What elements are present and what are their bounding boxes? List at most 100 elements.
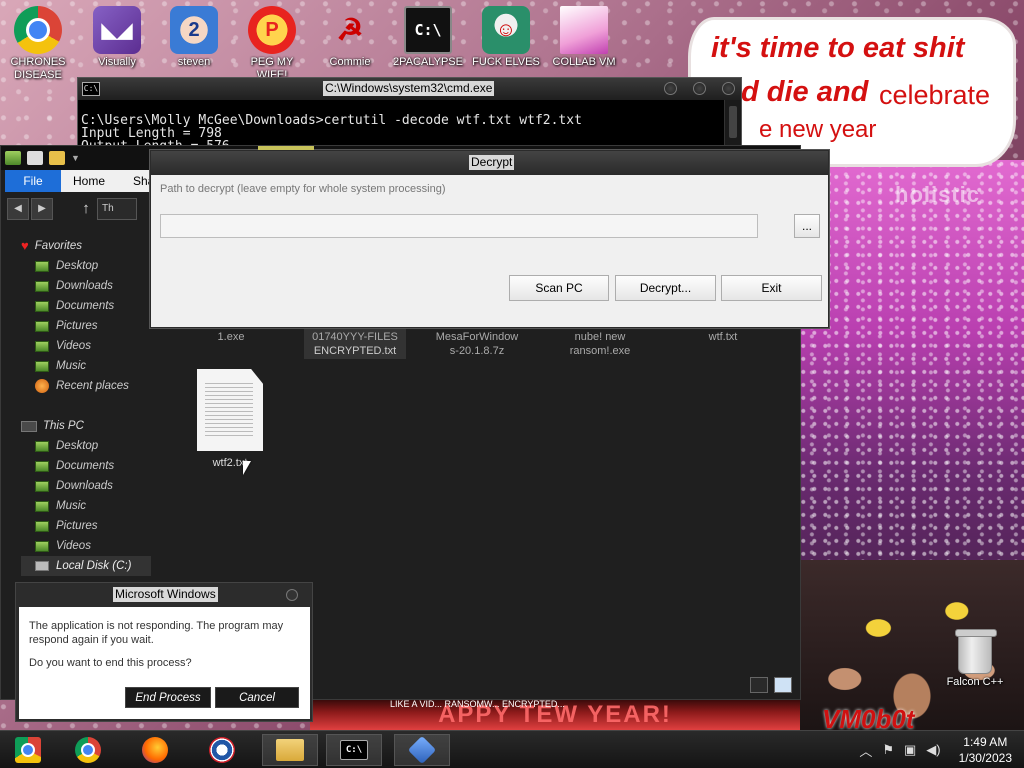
close-button[interactable] xyxy=(722,82,735,95)
file-item[interactable]: wtf.txt xyxy=(683,330,763,344)
sidebar-item-desktop[interactable]: Desktop xyxy=(21,256,151,276)
start-button[interactable] xyxy=(0,734,56,766)
clock-date: 1/30/2023 xyxy=(958,751,1012,765)
desktop-icon-label: 2PACALYPSE xyxy=(393,56,463,68)
decrypt-titlebar[interactable]: Decrypt xyxy=(151,151,828,175)
path-input[interactable] xyxy=(160,214,758,238)
chrome-icon xyxy=(75,737,101,763)
sidebar-item-pc-pictures[interactable]: Pictures xyxy=(21,516,151,536)
sidebar-item-label: Local Disk (C:) xyxy=(56,560,132,572)
taskbar-cmd[interactable]: C:\ xyxy=(326,734,382,766)
forward-button[interactable]: ▶ xyxy=(31,198,53,220)
not-responding-titlebar[interactable]: Microsoft Windows xyxy=(16,583,312,605)
folder-icon xyxy=(35,440,49,452)
cmd-titlebar[interactable]: C:\ C:\Windows\system32\cmd.exe xyxy=(78,78,741,100)
exit-button[interactable]: Exit xyxy=(721,275,822,301)
up-arrow-icon[interactable]: ↑ xyxy=(77,198,95,220)
tab-file[interactable]: File xyxy=(5,170,61,192)
clock-time: 1:49 AM xyxy=(963,735,1008,749)
sidebar-item-music[interactable]: Music xyxy=(21,356,151,376)
not-responding-dialog[interactable]: Microsoft Windows The application is not… xyxy=(15,582,313,722)
sidebar-item-pc-desktop[interactable]: Desktop xyxy=(21,436,151,456)
sidebar-item-label: Desktop xyxy=(56,260,99,272)
file-item[interactable]: nube! new ransom!.exe xyxy=(549,330,651,358)
new-folder-icon[interactable] xyxy=(49,151,65,165)
chevron-up-icon[interactable]: ︿ xyxy=(859,741,872,760)
folder-icon xyxy=(35,540,49,552)
sidebar-item-videos[interactable]: Videos xyxy=(21,336,151,356)
cmd-window[interactable]: C:\ C:\Windows\system32\cmd.exe C:\Users… xyxy=(77,77,742,151)
back-button[interactable]: ◀ xyxy=(7,198,29,220)
firefox-icon xyxy=(142,737,168,763)
cmd-scrollbar[interactable] xyxy=(724,100,741,150)
scan-pc-button[interactable]: Scan PC xyxy=(509,275,609,301)
volume-icon[interactable]: ◀) xyxy=(926,742,940,758)
app-icon xyxy=(407,735,437,765)
address-bar[interactable]: Th xyxy=(97,198,137,220)
sidebar-item-label: Recent places xyxy=(56,380,129,392)
desktop-icon-fuck-elves[interactable]: ☺ FUCK ELVES xyxy=(468,0,544,69)
not-responding-body: The application is not responding. The p… xyxy=(19,607,310,719)
sidebar-item-pc-downloads[interactable]: Downloads xyxy=(21,476,151,496)
close-button[interactable] xyxy=(286,589,298,601)
desktop-icon-falcon-cpp[interactable]: Falcon C++ xyxy=(937,626,1013,689)
chevron-down-icon[interactable]: ▼ xyxy=(71,153,80,163)
file-item[interactable]: 1.exe xyxy=(206,330,256,344)
sidebar-item-pc-music[interactable]: Music xyxy=(21,496,151,516)
collab-vm-icon xyxy=(560,6,608,54)
file-label: MesaForWindow xyxy=(435,331,519,343)
properties-icon[interactable] xyxy=(27,151,43,165)
sidebar-item-label: Documents xyxy=(56,300,115,312)
details-view-icon[interactable] xyxy=(750,677,768,693)
taskbar-obama[interactable] xyxy=(194,734,250,766)
desktop-icon-steven[interactable]: 2 steven xyxy=(156,0,232,69)
browse-button[interactable]: ... xyxy=(794,214,820,238)
sidebar-this-pc[interactable]: This PC xyxy=(21,416,151,436)
cancel-button[interactable]: Cancel xyxy=(215,687,299,708)
end-process-button[interactable]: End Process xyxy=(125,687,211,708)
cmd-icon: C:\ xyxy=(404,6,452,54)
taskbar-firefox[interactable] xyxy=(127,734,183,766)
desktop-icon-peg-my-wife[interactable]: P PEG MY WIFE! xyxy=(234,0,310,82)
obama-logo-icon xyxy=(209,737,235,763)
sidebar-item-label: Videos xyxy=(56,340,91,352)
network-icon[interactable]: ▣ xyxy=(904,742,916,758)
taskbar-decrypt-app[interactable] xyxy=(394,734,450,766)
sidebar-item-pc-documents[interactable]: Documents xyxy=(21,456,151,476)
maximize-button[interactable] xyxy=(693,82,706,95)
file-item[interactable]: MesaForWindow s-20.1.8.7z xyxy=(426,330,528,358)
heart-icon: ♥ xyxy=(21,238,29,253)
taskbar-explorer[interactable] xyxy=(262,734,318,766)
sidebar-favorites[interactable]: ♥ Favorites xyxy=(21,236,151,256)
decrypt-dialog[interactable]: Decrypt Path to decrypt (leave empty for… xyxy=(150,150,829,328)
sidebar-group-label: This PC xyxy=(43,420,84,432)
decrypt-title: Decrypt xyxy=(469,155,515,170)
clock[interactable]: 1:49 AM 1/30/2023 xyxy=(959,734,1012,766)
tab-home[interactable]: Home xyxy=(65,170,113,192)
desktop-icon-collab-vm[interactable]: COLLAB VM xyxy=(546,0,622,69)
desktop-icon-visually[interactable]: ◣◢ Visually xyxy=(79,0,155,69)
sidebar-item-local-disk[interactable]: Local Disk (C:) xyxy=(21,556,151,576)
large-icons-view-icon[interactable] xyxy=(774,677,792,693)
minimize-button[interactable] xyxy=(664,82,677,95)
file-item-wtf2[interactable]: wtf2.txt xyxy=(194,369,266,469)
sidebar-item-recent-places[interactable]: Recent places xyxy=(21,376,151,396)
desktop-icon-commie[interactable]: ☭ Commie xyxy=(312,0,388,69)
desktop-icon-chrones-disease[interactable]: CHRONES DISEASE xyxy=(0,0,76,82)
desktop-icon-label: COLLAB VM xyxy=(552,56,616,68)
meme-line-3: e new year xyxy=(759,116,877,143)
sidebar-item-documents[interactable]: Documents xyxy=(21,296,151,316)
cmd-output[interactable]: C:\Users\Molly McGee\Downloads>certutil … xyxy=(78,100,741,150)
folder-icon xyxy=(35,320,49,332)
sidebar-item-pictures[interactable]: Pictures xyxy=(21,316,151,336)
file-label: 01740YYY-FILES xyxy=(312,331,398,343)
taskbar-chrome[interactable] xyxy=(60,734,116,766)
decrypt-button[interactable]: Decrypt... xyxy=(615,275,716,301)
desktop-icon-2pacalypse[interactable]: C:\ 2PACALYPSE xyxy=(390,0,466,69)
sidebar-item-pc-videos[interactable]: Videos xyxy=(21,536,151,556)
flag-icon[interactable]: ⚑ xyxy=(882,742,894,758)
file-label: wtf.txt xyxy=(708,331,738,343)
folder-icon xyxy=(35,520,49,532)
sidebar-item-downloads[interactable]: Downloads xyxy=(21,276,151,296)
file-item[interactable]: 01740YYY-FILES ENCRYPTED.txt xyxy=(304,330,406,358)
